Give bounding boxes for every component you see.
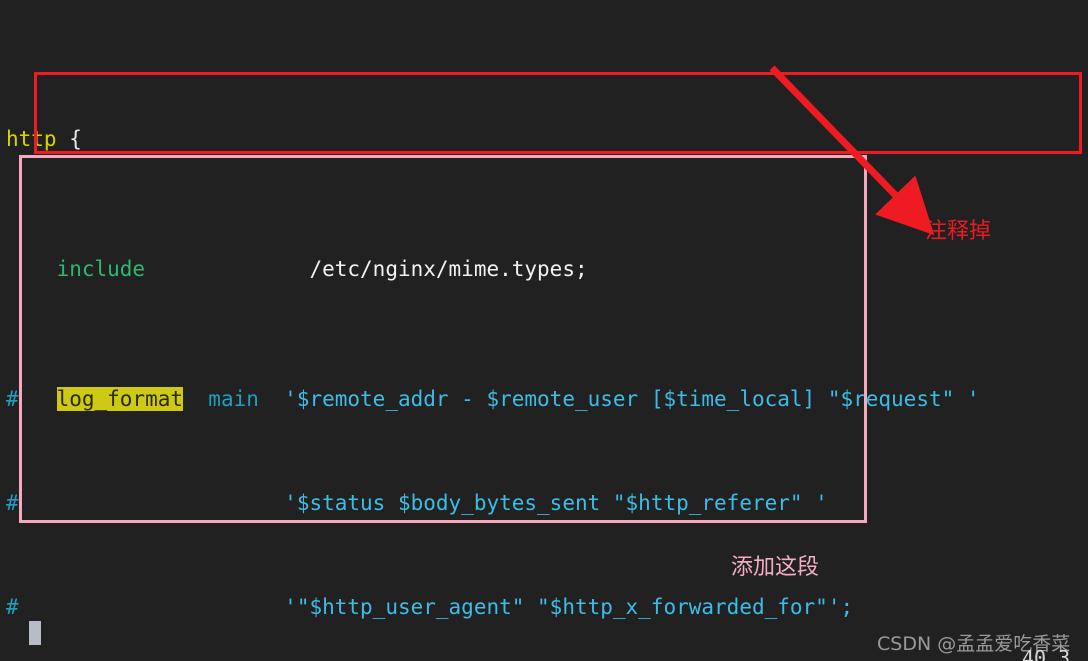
directive-include: include bbox=[56, 257, 146, 281]
main-format-string-2: '$status $body_bytes_sent "$http_referer… bbox=[284, 491, 828, 515]
mime-types-path: /etc/nginx/mime.types; bbox=[309, 257, 588, 281]
open-brace: { bbox=[56, 127, 82, 151]
add-this-note: 添加这段 bbox=[731, 555, 820, 580]
keyword-http: http bbox=[6, 127, 57, 151]
terminal-screen: http { include /etc/nginx/mime.types; # … bbox=[0, 0, 1088, 661]
text-cursor bbox=[29, 621, 41, 645]
main-name-token: main bbox=[183, 387, 285, 411]
hash-marker: # bbox=[6, 491, 19, 515]
cursor-position-indicator: 40,3 bbox=[1022, 646, 1071, 661]
code-line-logformat-main-2: # '$status $body_bytes_sent "$http_refer… bbox=[0, 490, 1088, 516]
main-format-string-1: '$remote_addr - $remote_user [$time_loca… bbox=[284, 387, 980, 411]
hash-marker: # bbox=[6, 595, 19, 619]
code-line-logformat-main-3: # '"$http_user_agent" "$http_x_forwarded… bbox=[0, 594, 1088, 620]
code-line-logformat-main-1: # log_format main '$remote_addr - $remot… bbox=[0, 386, 1088, 412]
code-area[interactable]: http { include /etc/nginx/mime.types; # … bbox=[0, 22, 1088, 661]
code-line-include: include /etc/nginx/mime.types; bbox=[0, 256, 1088, 282]
log-format-highlight: log_format bbox=[56, 387, 184, 411]
hash-marker: # bbox=[6, 387, 57, 411]
comment-out-note: 注释掉 bbox=[925, 219, 992, 244]
code-line-http-open: http { bbox=[0, 126, 1088, 152]
main-format-string-3: '"$http_user_agent" "$http_x_forwarded_f… bbox=[284, 595, 854, 619]
